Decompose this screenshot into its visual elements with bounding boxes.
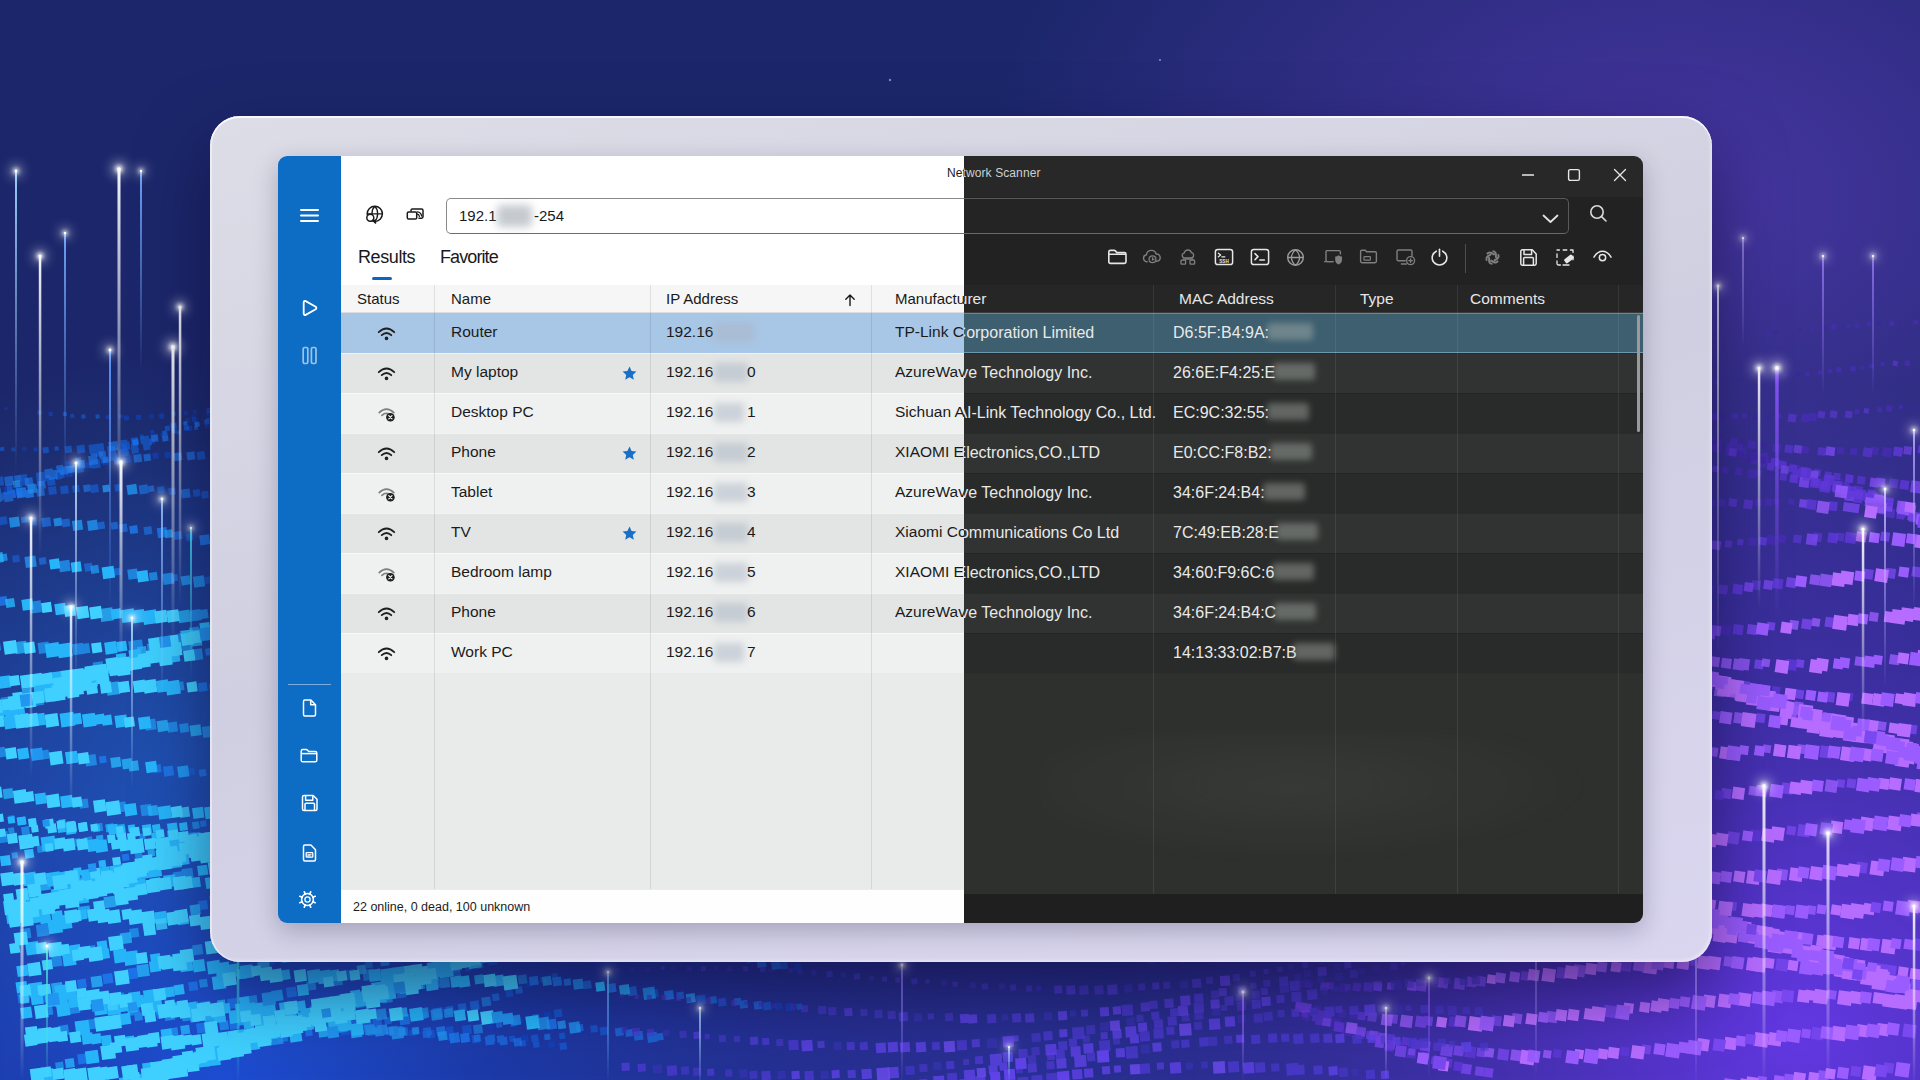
svg-text:SSH: SSH [1219, 259, 1229, 264]
